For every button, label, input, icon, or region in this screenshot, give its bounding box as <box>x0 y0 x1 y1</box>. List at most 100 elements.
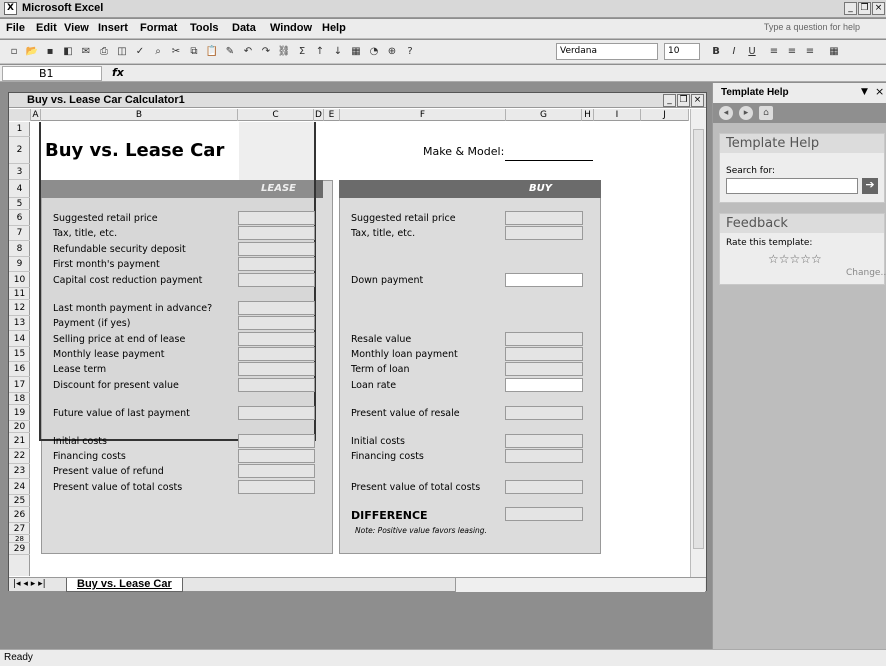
wb-close-icon[interactable]: × <box>691 94 704 107</box>
col-header-a[interactable]: A <box>31 109 41 121</box>
restore-icon[interactable]: ❐ <box>858 2 871 15</box>
minimize-icon[interactable]: _ <box>844 2 857 15</box>
close-pane-icon[interactable]: × <box>875 85 884 98</box>
align-left-icon[interactable]: ≡ <box>766 44 782 59</box>
menu-format[interactable]: Format <box>140 22 177 34</box>
paste-icon[interactable]: 📋 <box>204 44 220 59</box>
lease-input[interactable] <box>238 242 315 256</box>
buy-input[interactable] <box>505 406 583 420</box>
forward-icon[interactable]: ▸ <box>739 106 753 120</box>
row-header[interactable]: 18 <box>9 393 30 405</box>
borders-icon[interactable]: ▦ <box>826 44 842 59</box>
scroll-thumb[interactable] <box>693 129 704 549</box>
format-painter-icon[interactable]: ✎ <box>222 44 238 59</box>
chart-wizard-icon[interactable]: ▦ <box>348 44 364 59</box>
menu-file[interactable]: File <box>6 22 25 34</box>
align-center-icon[interactable]: ≡ <box>784 44 800 59</box>
col-header-h[interactable]: H <box>582 109 594 121</box>
permission-icon[interactable]: ◧ <box>60 44 76 59</box>
lease-input[interactable] <box>238 434 315 448</box>
hyperlink-icon[interactable]: ⛓ <box>276 44 292 59</box>
new-icon[interactable]: ▫ <box>6 44 22 59</box>
lease-input[interactable] <box>238 332 315 346</box>
row-header[interactable]: 8 <box>9 241 30 257</box>
row-header[interactable]: 23 <box>9 464 30 479</box>
menu-help[interactable]: Help <box>322 22 346 34</box>
row-header[interactable]: 9 <box>9 257 30 272</box>
buy-input[interactable] <box>505 332 583 346</box>
buy-input[interactable] <box>505 273 583 287</box>
row-header[interactable]: 24 <box>9 479 30 495</box>
buy-input[interactable] <box>505 362 583 376</box>
cut-icon[interactable]: ✂ <box>168 44 184 59</box>
buy-input[interactable] <box>505 449 583 463</box>
star-rating-icon[interactable]: ☆☆☆☆☆ <box>768 252 822 266</box>
buy-input[interactable] <box>505 480 583 494</box>
menu-window[interactable]: Window <box>270 22 312 34</box>
name-box[interactable]: B1 <box>2 66 102 81</box>
menu-view[interactable]: View <box>64 22 89 34</box>
row-header[interactable]: 1 <box>9 122 30 137</box>
buy-input[interactable] <box>505 211 583 225</box>
row-header[interactable]: 16 <box>9 362 30 377</box>
sheet-tab[interactable]: Buy vs. Lease Car <box>66 578 183 592</box>
font-size-select[interactable]: 10 <box>664 43 700 60</box>
font-select[interactable]: Verdana <box>556 43 658 60</box>
lease-input[interactable] <box>238 273 315 287</box>
menu-edit[interactable]: Edit <box>36 22 57 34</box>
lease-input[interactable] <box>238 464 315 478</box>
col-header-f[interactable]: F <box>340 109 506 121</box>
close-icon[interactable]: × <box>872 2 885 15</box>
wb-minimize-icon[interactable]: _ <box>663 94 676 107</box>
row-header[interactable]: 25 <box>9 495 30 507</box>
row-header[interactable]: 4 <box>9 180 30 198</box>
buy-input[interactable] <box>505 226 583 240</box>
email-icon[interactable]: ✉ <box>78 44 94 59</box>
lease-input[interactable] <box>238 449 315 463</box>
row-header[interactable]: 22 <box>9 449 30 464</box>
row-header[interactable]: 5 <box>9 198 30 210</box>
row-header[interactable]: 29 <box>9 543 30 555</box>
spelling-icon[interactable]: ✓ <box>132 44 148 59</box>
worksheet-grid[interactable]: LEASE BUY Buy vs. Lease Car Make & Model… <box>31 122 689 576</box>
lease-input[interactable] <box>238 406 315 420</box>
change-link[interactable]: Change... <box>846 268 886 278</box>
print-preview-icon[interactable]: ◫ <box>114 44 130 59</box>
print-icon[interactable]: ⎙ <box>96 44 112 59</box>
select-all[interactable] <box>9 109 31 121</box>
buy-input[interactable] <box>505 434 583 448</box>
research-icon[interactable]: ⌕ <box>150 44 166 59</box>
row-header[interactable]: 10 <box>9 272 30 288</box>
lease-input[interactable] <box>238 257 315 271</box>
drawing-icon[interactable]: ◔ <box>366 44 382 59</box>
menu-tools[interactable]: Tools <box>190 22 219 34</box>
copy-icon[interactable]: ⧉ <box>186 44 202 59</box>
lease-input[interactable] <box>238 211 315 225</box>
undo-icon[interactable]: ↶ <box>240 44 256 59</box>
buy-input[interactable] <box>505 378 583 392</box>
col-header-j[interactable]: J <box>641 109 689 121</box>
row-header[interactable]: 19 <box>9 405 30 421</box>
row-header[interactable]: 14 <box>9 331 30 347</box>
save-icon[interactable]: ▪ <box>42 44 58 59</box>
lease-input[interactable] <box>238 362 315 376</box>
bold-button[interactable]: B <box>708 44 724 59</box>
horizontal-scrollbar[interactable] <box>455 578 705 592</box>
row-header[interactable]: 7 <box>9 226 30 241</box>
row-header[interactable]: 6 <box>9 210 30 226</box>
col-header-b[interactable]: B <box>41 109 238 121</box>
italic-button[interactable]: I <box>726 44 742 59</box>
row-header[interactable]: 3 <box>9 164 30 180</box>
row-header[interactable]: 12 <box>9 300 30 316</box>
col-header-d[interactable]: D <box>314 109 324 121</box>
search-go-icon[interactable]: ➔ <box>862 178 878 194</box>
row-header[interactable]: 20 <box>9 421 30 433</box>
redo-icon[interactable]: ↷ <box>258 44 274 59</box>
function-icon[interactable]: fx <box>112 66 124 79</box>
row-header[interactable]: 27 <box>9 523 30 535</box>
row-header[interactable]: 26 <box>9 507 30 523</box>
vertical-scrollbar[interactable] <box>690 109 706 579</box>
row-header[interactable]: 28 <box>9 535 30 543</box>
row-header[interactable]: 21 <box>9 433 30 449</box>
col-header-e[interactable]: E <box>324 109 340 121</box>
